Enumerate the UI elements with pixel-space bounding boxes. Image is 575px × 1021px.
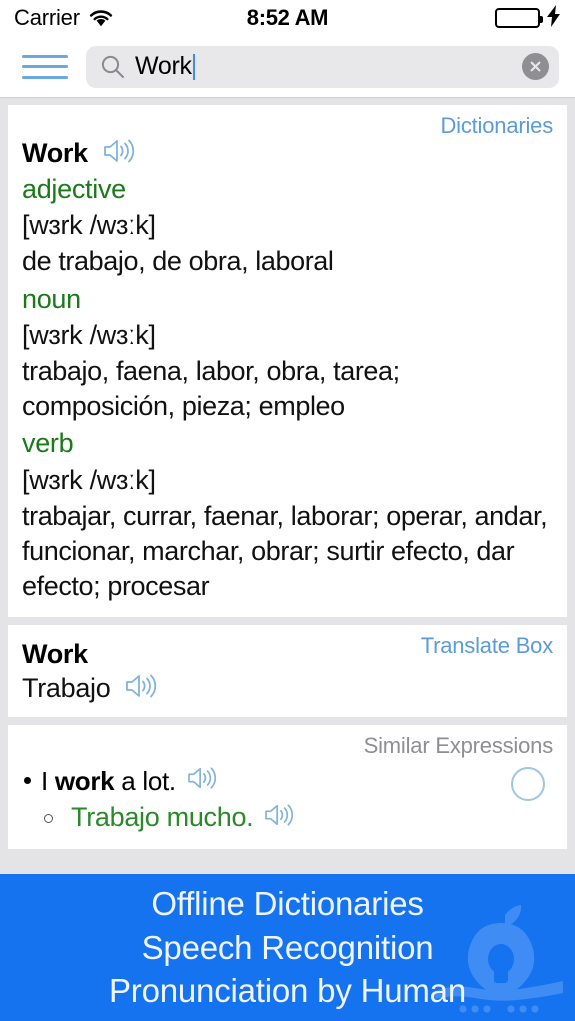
expression-source-text: I work a lot.	[41, 765, 176, 798]
promo-banner[interactable]: Offline Dictionaries Speech Recognition …	[0, 874, 575, 1021]
translate-box-card: Translate Box Work Trabajo	[8, 624, 567, 717]
part-of-speech-label: verb	[22, 428, 74, 459]
expression-target-line: Trabajo mucho.	[44, 801, 553, 835]
banner-line-1: Offline Dictionaries	[151, 885, 424, 923]
expr-prefix: I	[41, 765, 55, 796]
clear-circle-x-icon[interactable]	[522, 53, 549, 80]
carrier-label: Carrier	[14, 5, 80, 30]
phonetic-transcription: [wɜrk /wɜːk]	[22, 464, 156, 495]
app-screen: Carrier 8:52 AM Work Dictionaries Work a…	[0, 0, 575, 1021]
expr-suffix: a lot.	[114, 765, 176, 796]
banner-line-2: Speech Recognition	[141, 928, 434, 966]
status-bar-right	[495, 4, 561, 32]
search-input-value: Work	[135, 52, 512, 81]
banner-line-3: Pronunciation by Human	[109, 972, 466, 1010]
part-of-speech-label: noun	[22, 283, 81, 314]
similar-expressions-card: Similar Expressions I work a lot. Trabaj…	[8, 724, 567, 849]
expr-keyword: work	[54, 765, 115, 796]
sense-list: trabajo, faena, labor, obra, tarea; comp…	[22, 355, 400, 422]
translate-source-word: Work	[22, 638, 88, 669]
sense-list: de trabajo, de obra, laboral	[22, 246, 334, 277]
dictionary-result-card: Dictionaries Work adjective [wɜrk /wɜːk]…	[8, 105, 567, 617]
entry-adjective: adjective [wɜrk /wɜːk] de trabajo, de ob…	[22, 172, 553, 280]
hamburger-line	[22, 65, 68, 68]
translate-result-row: Trabajo	[22, 672, 553, 705]
page-title: Work	[22, 138, 88, 168]
dictionaries-link[interactable]: Dictionaries	[440, 113, 553, 139]
list-item: I work a lot. Trabajo mucho.	[22, 765, 553, 835]
hollow-bullet-icon	[44, 813, 53, 823]
speaker-audio-icon[interactable]	[102, 137, 136, 170]
lightning-bolt-icon	[547, 4, 561, 32]
headword-row: Work	[22, 137, 553, 170]
similar-expressions-label: Similar Expressions	[363, 732, 554, 758]
hamburger-line	[22, 54, 68, 58]
bullet-icon	[24, 777, 31, 785]
phonetic-transcription: [wɜrk /wɜːk]	[22, 319, 156, 350]
entry-noun: noun [wɜrk /wɜːk] trabajo, faena, labor,…	[22, 282, 553, 425]
speaker-audio-icon[interactable]	[186, 765, 218, 797]
favorite-circle-icon[interactable]	[511, 766, 545, 801]
phonetic-transcription: [wɜrk /wɜːk]	[22, 210, 156, 241]
search-text: Work	[135, 52, 192, 80]
hamburger-line	[22, 75, 68, 79]
translate-target-word: Trabajo	[22, 672, 111, 703]
battery-full-icon	[495, 8, 543, 28]
status-bar-left: Carrier	[14, 5, 114, 31]
part-of-speech-label: adjective	[22, 174, 126, 204]
search-toolbar: Work	[0, 36, 575, 98]
speaker-audio-icon[interactable]	[263, 802, 295, 834]
entry-verb: verb [wɜrk /wɜːk] trabajar, currar, faen…	[22, 426, 553, 604]
search-magnifier-icon	[100, 54, 125, 79]
wifi-icon	[88, 9, 114, 28]
status-bar: Carrier 8:52 AM	[0, 0, 575, 36]
hamburger-menu-icon[interactable]	[22, 52, 68, 82]
speaker-audio-icon[interactable]	[124, 672, 158, 705]
expression-source-line: I work a lot.	[24, 765, 553, 798]
text-cursor	[192, 54, 195, 80]
sense-list: trabajar, currar, faenar, laborar; opera…	[22, 500, 548, 602]
search-input[interactable]: Work	[86, 45, 559, 88]
translate-box-link[interactable]: Translate Box	[421, 633, 554, 659]
expression-target-text: Trabajo mucho.	[71, 802, 254, 833]
